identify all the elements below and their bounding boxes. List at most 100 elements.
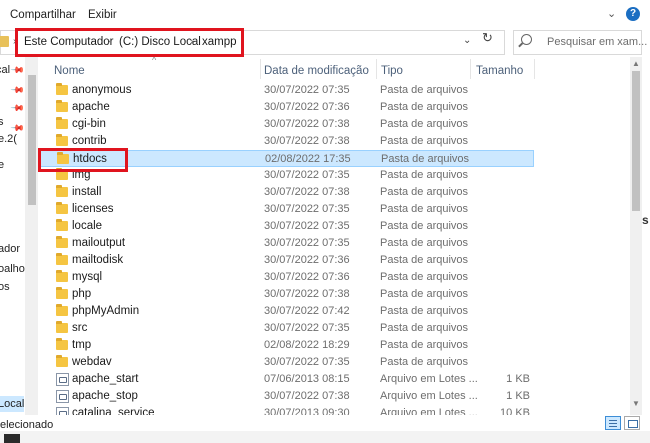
column-divider[interactable] (260, 59, 261, 79)
nav-item[interactable]: ador (0, 243, 20, 255)
folder-row[interactable]: install 30/07/2022 07:38 Pasta de arquivos (38, 184, 534, 201)
file-row[interactable]: apache_start 07/06/2013 08:15 Arquivo em L… (38, 371, 534, 388)
folder-row[interactable]: apache 30/07/2022 07:36 Pasta de arquivos (38, 99, 534, 116)
file-date: 30/07/2022 07:35 (264, 322, 350, 334)
folder-row[interactable]: phpMyAdmin 30/07/2022 07:42 Pasta de arqui… (38, 303, 534, 320)
file-date: 02/08/2022 18:29 (264, 339, 350, 351)
vertical-scrollbar[interactable]: ▲ ▼ (630, 57, 642, 415)
chevron-down-icon[interactable]: ⌄ (463, 35, 471, 46)
tile-icon (628, 420, 638, 428)
folder-row[interactable]: tmp 02/08/2022 18:29 Pasta de arquivos (38, 337, 534, 354)
nav-item[interactable]: e.2( (0, 133, 17, 145)
file-row[interactable]: catalina_service 30/07/2013 09:30 Arquivo … (38, 405, 534, 415)
list-line (609, 420, 617, 421)
file-type: Pasta de arquivos (380, 101, 469, 113)
tab-exibir[interactable]: Exibir (88, 9, 117, 21)
column-size[interactable]: Tamanho (476, 65, 523, 77)
file-name: contrib (72, 135, 107, 147)
scrollbar-thumb[interactable] (632, 71, 640, 211)
folder-icon (56, 83, 68, 95)
file-name: catalina_service (72, 407, 155, 415)
folder-row[interactable]: anonymous 30/07/2022 07:35 Pasta de arquiv… (38, 82, 534, 99)
file-date: 07/06/2013 08:15 (264, 373, 350, 385)
list-line (609, 423, 617, 424)
file-date: 30/07/2022 07:35 (264, 356, 350, 368)
file-size: 10 KB (500, 407, 530, 415)
large-icons-view-button[interactable] (624, 416, 640, 430)
ribbon-expand-icon[interactable]: ⌄ (607, 7, 616, 20)
scroll-down-icon[interactable]: ▼ (632, 399, 640, 408)
batch-file-icon (56, 407, 69, 415)
folder-row[interactable]: mysql 30/07/2022 07:36 Pasta de arquivos (38, 269, 534, 286)
refresh-icon[interactable]: ↻ (482, 30, 493, 46)
file-name: cgi-bin (72, 118, 106, 130)
folder-row[interactable]: webdav 30/07/2022 07:35 Pasta de arquivos (38, 354, 534, 371)
file-type: Pasta de arquivos (380, 186, 469, 198)
folder-icon (56, 185, 68, 197)
column-type[interactable]: Tipo (381, 65, 403, 77)
folder-row[interactable]: php 30/07/2022 07:38 Pasta de arquivos (38, 286, 534, 303)
list-line (609, 426, 617, 427)
file-row[interactable]: apache_stop 30/07/2022 07:38 Arquivo em Lo… (38, 388, 534, 405)
search-icon (521, 34, 532, 45)
file-type: Pasta de arquivos (380, 135, 469, 147)
file-type: Arquivo em Lotes ... (380, 373, 478, 385)
folder-icon (56, 219, 68, 231)
column-divider[interactable] (470, 59, 471, 79)
file-date: 30/07/2022 07:38 (264, 118, 350, 130)
file-type: Pasta de arquivos (380, 356, 469, 368)
ribbon: Compartilhar Exibir ⌄ ? (0, 0, 650, 27)
tab-compartilhar[interactable]: Compartilhar (10, 9, 76, 21)
folder-row[interactable]: mailtodisk 30/07/2022 07:36 Pasta de arqui… (38, 252, 534, 269)
file-type: Pasta de arquivos (380, 118, 469, 130)
file-date: 30/07/2022 07:36 (264, 254, 350, 266)
column-divider[interactable] (534, 59, 535, 79)
background-window-text: s (642, 213, 649, 227)
file-type: Pasta de arquivos (380, 305, 469, 317)
folder-icon (56, 270, 68, 282)
file-name: anonymous (72, 84, 132, 96)
pin-icon: 📌 (10, 62, 26, 78)
folder-icon (56, 287, 68, 299)
file-name: licenses (72, 203, 114, 215)
nav-item[interactable]: os (0, 281, 10, 293)
file-size: 1 KB (506, 373, 530, 385)
nav-item[interactable]: e (0, 159, 4, 171)
file-name: apache_start (72, 373, 139, 385)
details-view-button[interactable] (605, 416, 621, 430)
batch-file-icon (56, 390, 69, 403)
highlight-box-address (15, 28, 244, 57)
folder-row[interactable]: cgi-bin 30/07/2022 07:38 Pasta de arquivos (38, 116, 534, 133)
file-name: mailtodisk (72, 254, 124, 266)
folder-row[interactable]: src 30/07/2022 07:35 Pasta de arquivos (38, 320, 534, 337)
folder-row[interactable]: locale 30/07/2022 07:35 Pasta de arquivos (38, 218, 534, 235)
folder-icon (56, 100, 68, 112)
file-type: Pasta de arquivos (380, 322, 469, 334)
nav-item[interactable]: oalho (0, 263, 25, 275)
file-type: Pasta de arquivos (380, 339, 469, 351)
pin-icon: 📌 (10, 100, 26, 116)
scroll-up-icon[interactable]: ▲ (632, 59, 640, 68)
nav-scrollbar-thumb[interactable] (28, 75, 36, 205)
nav-item[interactable]: s (0, 116, 4, 128)
folder-icon (56, 338, 68, 350)
column-divider[interactable] (376, 59, 377, 79)
file-type: Arquivo em Lotes ... (380, 407, 478, 415)
taskbar-strip (0, 431, 650, 443)
folder-icon (56, 117, 68, 129)
folder-row[interactable]: licenses 30/07/2022 07:35 Pasta de arquivo… (38, 201, 534, 218)
file-date: 30/07/2022 07:36 (264, 271, 350, 283)
highlight-box-htdocs (38, 148, 128, 172)
folder-row[interactable]: mailoutput 30/07/2022 07:35 Pasta de arqui… (38, 235, 534, 252)
nav-item-selected[interactable]: Local (0, 396, 24, 412)
column-date[interactable]: Data de modificação (264, 65, 369, 77)
search-input[interactable]: Pesquisar em xam... (547, 36, 647, 48)
file-date: 30/07/2022 07:35 (264, 237, 350, 249)
column-name[interactable]: Nome (54, 65, 85, 77)
file-name: install (72, 186, 102, 198)
file-type: Pasta de arquivos (380, 169, 469, 181)
search-box[interactable]: Pesquisar em xam... (513, 30, 647, 55)
help-icon[interactable]: ? (626, 7, 640, 21)
column-header: ^ Nome Data de modificação Tipo Tamanho (38, 57, 630, 81)
folder-icon (0, 36, 9, 47)
